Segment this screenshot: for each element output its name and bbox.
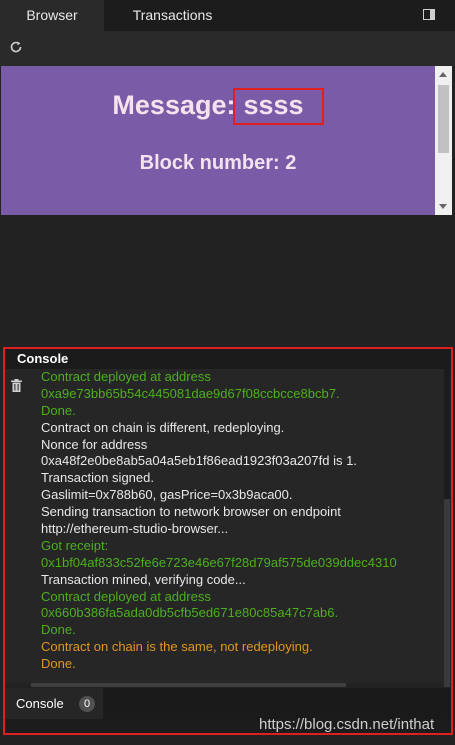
message-line: Message: ssss (1, 88, 435, 125)
scroll-up-arrow-icon[interactable] (439, 72, 447, 77)
browser-scrollbar[interactable] (435, 66, 452, 215)
message-value: ssss (233, 88, 324, 125)
split-panel-icon[interactable] (423, 9, 435, 20)
tab-transactions[interactable]: Transactions (110, 0, 235, 31)
highlight-frame (3, 347, 453, 735)
refresh-icon[interactable] (9, 40, 23, 54)
browser-toolbar (0, 31, 455, 66)
tab-browser[interactable]: Browser (0, 0, 104, 31)
empty-panel (0, 215, 455, 346)
browser-preview: Message: ssss Block number: 2 (1, 66, 435, 215)
message-label: Message: (112, 90, 236, 120)
top-tab-bar: Browser Transactions (0, 0, 455, 31)
scroll-thumb[interactable] (438, 85, 449, 153)
block-number: Block number: 2 (139, 152, 297, 174)
scroll-down-arrow-icon[interactable] (439, 204, 447, 209)
